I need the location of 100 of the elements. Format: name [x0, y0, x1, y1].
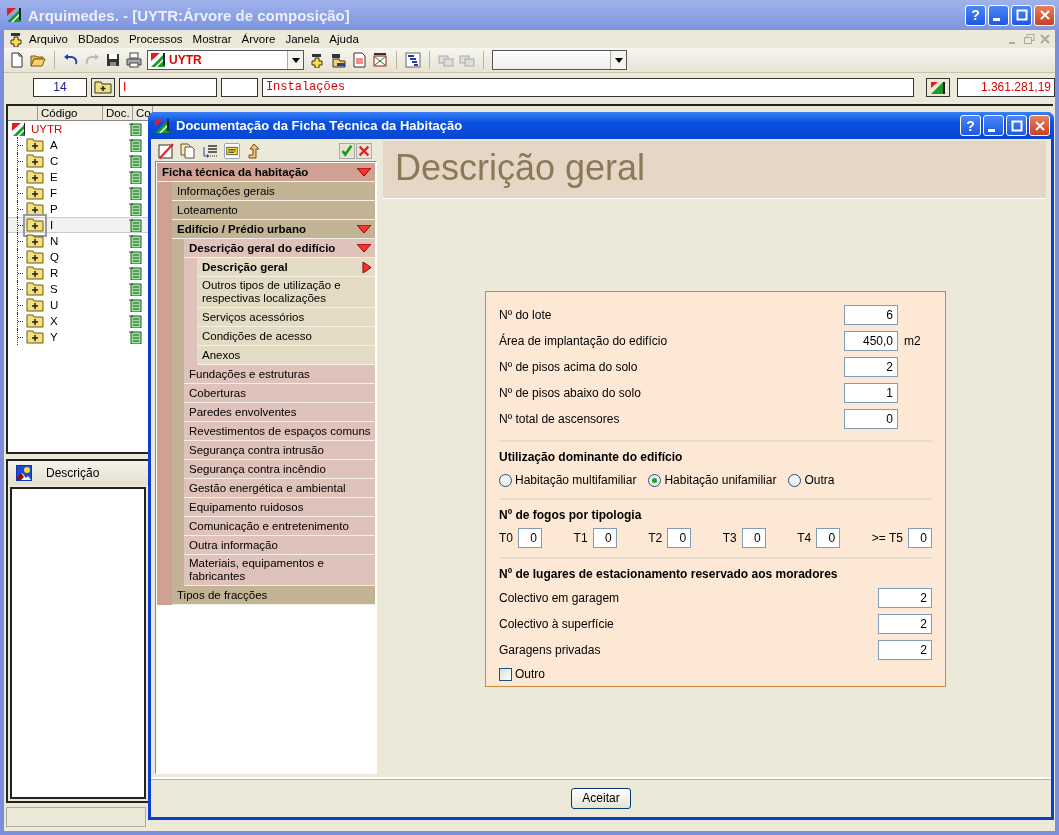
nav-item[interactable]: Condições de acesso [197, 327, 375, 346]
menu-item[interactable]: Árvore [236, 33, 281, 45]
number-field[interactable]: 2 [878, 588, 932, 608]
tree-row[interactable]: S [8, 281, 148, 297]
tree-row[interactable]: A [8, 137, 148, 153]
folder-icon[interactable] [26, 231, 44, 248]
menu-item[interactable]: Mostrar [187, 33, 237, 45]
radio-button[interactable] [648, 473, 662, 487]
folder-icon[interactable] [26, 151, 44, 168]
folder-stack-icon[interactable] [330, 52, 346, 68]
folder-icon[interactable] [26, 295, 44, 312]
number-field[interactable]: 0 [907, 528, 932, 548]
number-field[interactable]: 2 [878, 640, 932, 660]
menu-item[interactable]: Janela [280, 33, 325, 45]
number-field[interactable]: 0 [592, 528, 617, 548]
add-folder-button[interactable] [91, 77, 115, 97]
nav-item[interactable]: Serviços acessórios [197, 308, 375, 327]
cross-icon[interactable] [356, 143, 372, 159]
number-field[interactable]: 0 [816, 528, 841, 548]
document-icon[interactable] [128, 122, 144, 136]
tree-row[interactable]: U [8, 297, 148, 313]
nav-item[interactable]: Fundações e estruturas [184, 365, 375, 384]
count-field[interactable]: 14 [33, 77, 87, 97]
folder-icon[interactable] [26, 263, 44, 280]
nav-item[interactable]: Coberturas [184, 384, 375, 403]
project-dropdown[interactable]: UYTR [147, 50, 304, 70]
menu-item[interactable]: BDados [73, 33, 124, 45]
number-field[interactable]: 450,0 [844, 331, 898, 351]
nav-item[interactable]: Edifício / Prédio urbano [172, 220, 375, 239]
column-header[interactable]: Doc. [103, 106, 133, 120]
document-icon[interactable] [351, 52, 367, 68]
tree-row[interactable]: E [8, 169, 148, 185]
nav-item[interactable]: Anexos [197, 346, 375, 365]
tree-row[interactable]: X [8, 313, 148, 329]
nav-item[interactable]: Tipos de fracções [172, 586, 375, 605]
tree-row[interactable]: R [8, 265, 148, 281]
folder-icon[interactable] [26, 167, 44, 184]
list-icon[interactable] [202, 143, 218, 159]
nav-item[interactable]: Segurança contra intrusão [184, 441, 375, 460]
collapse-arrow-icon[interactable] [357, 225, 371, 233]
document-icon[interactable] [128, 218, 144, 232]
radio-button[interactable] [499, 473, 512, 487]
nav-item[interactable]: Revestimentos de espaços comuns [184, 422, 375, 441]
document-icon[interactable] [128, 234, 144, 248]
number-field[interactable]: 0 [741, 528, 766, 548]
tree-row[interactable]: N [8, 233, 148, 249]
delete-icon[interactable] [158, 143, 174, 159]
number-field[interactable]: 0 [518, 528, 542, 548]
text-field[interactable] [220, 77, 258, 97]
document-icon[interactable] [128, 186, 144, 200]
document-icon[interactable] [128, 298, 144, 312]
checkbox[interactable] [499, 667, 512, 681]
tree-row[interactable]: Y [8, 329, 148, 345]
add-item-icon[interactable] [8, 31, 24, 47]
menu-item[interactable]: Processos [123, 33, 188, 45]
number-field[interactable]: 0 [844, 409, 898, 429]
dropdown[interactable] [492, 50, 627, 70]
open-folder-icon[interactable] [30, 52, 46, 68]
save-icon[interactable] [105, 52, 121, 68]
number-field[interactable]: 2 [878, 614, 932, 634]
check-icon[interactable] [339, 143, 355, 159]
document-icon[interactable] [128, 282, 144, 296]
nav-item[interactable]: Equipamento ruidosos [184, 498, 375, 517]
number-field[interactable]: 0 [667, 528, 692, 548]
folder-icon[interactable] [26, 215, 44, 232]
pages-icon[interactable] [180, 143, 196, 159]
document-icon[interactable] [128, 154, 144, 168]
collapse-arrow-icon[interactable] [357, 168, 371, 176]
folder-icon[interactable] [26, 247, 44, 264]
accept-button[interactable]: Aceitar [571, 787, 631, 809]
document-icon[interactable] [128, 138, 144, 152]
new-document-icon[interactable] [9, 52, 25, 68]
number-field[interactable]: 6 [844, 305, 898, 325]
menu-item[interactable]: Arquivo [24, 33, 73, 45]
printer-icon[interactable] [126, 52, 142, 68]
nav-item[interactable]: Loteamento [172, 201, 375, 220]
nav-item[interactable]: Descrição geral do edifício [184, 239, 375, 258]
folder-icon[interactable] [26, 199, 44, 216]
help-button[interactable]: ? [960, 115, 981, 136]
collapse-arrow-icon[interactable] [357, 244, 371, 252]
nav-item[interactable]: Segurança contra incêndio [184, 460, 375, 479]
document-icon[interactable] [128, 314, 144, 328]
minimize-button[interactable] [988, 4, 1009, 26]
code-field[interactable]: I [118, 77, 217, 97]
checkbox-label[interactable]: Outro [515, 667, 545, 681]
column-header[interactable]: Código [38, 106, 103, 120]
document-icon[interactable] [128, 266, 144, 280]
close-button[interactable] [1029, 115, 1050, 136]
note-icon[interactable] [224, 143, 240, 159]
folder-icon[interactable] [26, 311, 44, 328]
tree-row[interactable]: Q [8, 249, 148, 265]
document-icon[interactable] [128, 170, 144, 184]
document-icon[interactable] [128, 202, 144, 216]
radio-label[interactable]: Outra [804, 473, 835, 487]
close-button[interactable] [1034, 4, 1055, 26]
add-item-icon[interactable] [309, 52, 325, 68]
radio-label[interactable]: Habitação multifamiliar [515, 473, 637, 487]
maximize-button[interactable] [1006, 115, 1027, 136]
summary-field[interactable]: Instalações [261, 77, 915, 97]
maximize-button[interactable] [1011, 4, 1032, 26]
